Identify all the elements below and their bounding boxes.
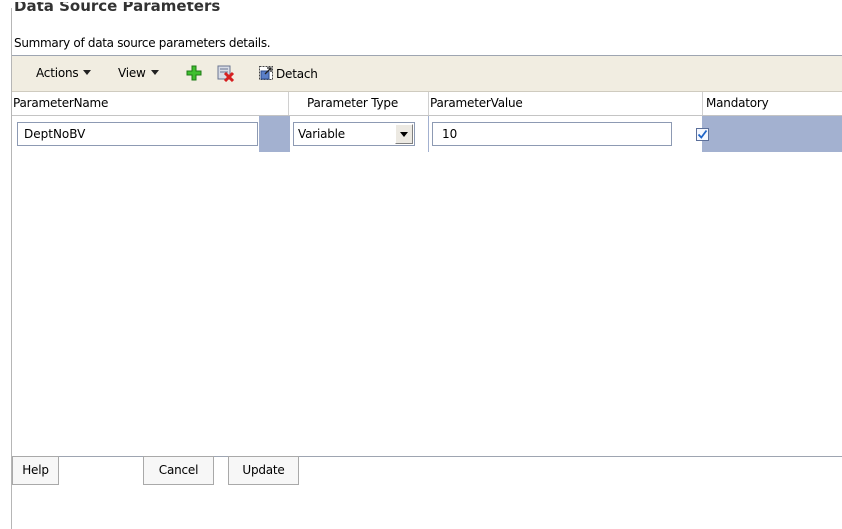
green-plus-icon[interactable] [186, 65, 202, 81]
page-subtitle: Summary of data source parameters detail… [14, 36, 271, 50]
update-button[interactable]: Update [228, 456, 299, 485]
checkmark-icon [697, 129, 708, 139]
parameters-panel: Actions View Detach ParameterName Parame… [12, 55, 842, 457]
table-row[interactable]: Variable [12, 116, 842, 152]
cancel-button[interactable]: Cancel [143, 456, 214, 485]
parameter-type-select[interactable]: Variable [293, 122, 415, 146]
page-title: Data Source Parameters [14, 2, 221, 15]
help-button[interactable]: Help [12, 456, 59, 485]
dropdown-arrow-icon[interactable] [395, 124, 413, 144]
table-header: ParameterName Parameter Type ParameterVa… [12, 92, 842, 116]
detach-button[interactable]: Detach [258, 65, 318, 81]
actions-menu[interactable]: Actions [36, 66, 92, 80]
actions-menu-label: Actions [36, 66, 79, 80]
column-header-parameter-name[interactable]: ParameterName [13, 92, 108, 115]
column-separator [288, 92, 289, 115]
column-header-parameter-value[interactable]: ParameterValue [430, 92, 523, 115]
chevron-down-icon [150, 70, 159, 75]
mandatory-checkbox[interactable] [696, 128, 709, 141]
parameter-name-input[interactable] [17, 122, 258, 146]
column-separator [428, 92, 429, 115]
column-header-parameter-type[interactable]: Parameter Type [307, 92, 398, 115]
detach-label: Detach [276, 67, 318, 81]
table-toolbar: Actions View Detach [12, 56, 842, 92]
chevron-down-icon [83, 70, 92, 75]
detach-window-icon [259, 66, 273, 80]
parameter-type-value: Variable [298, 127, 345, 141]
parameter-value-input[interactable] [432, 122, 672, 146]
column-header-mandatory[interactable]: Mandatory [706, 92, 769, 115]
view-menu[interactable]: View [118, 66, 159, 80]
view-menu-label: View [118, 66, 146, 80]
column-separator [702, 92, 703, 115]
red-x-delete-icon[interactable] [217, 65, 235, 82]
